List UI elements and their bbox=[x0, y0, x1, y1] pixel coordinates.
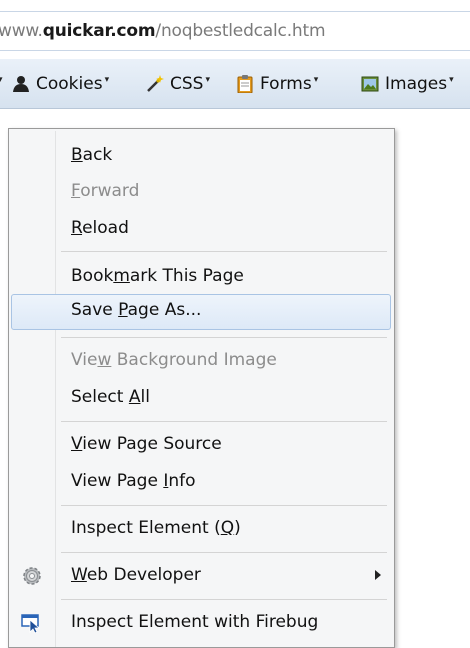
inspect-element-label: Inspect Element (Q) bbox=[71, 518, 241, 538]
view-page-source-label: View Page Source bbox=[71, 434, 222, 454]
reload-label: Reload bbox=[71, 218, 129, 238]
web-developer-toolbar: ▾ Cookies ▾ CSS ▾ Forms ▾ Images ▾ bbox=[0, 59, 470, 109]
back-label: Back bbox=[71, 145, 113, 165]
address-bar[interactable]: www.quickar.com/noqbestledcalc.htm bbox=[0, 11, 470, 51]
menu-item-inspect-element[interactable]: Inspect Element (Q) bbox=[11, 512, 391, 545]
toolbar-css-label: CSS bbox=[170, 74, 204, 94]
css-wand-icon bbox=[147, 75, 164, 92]
menu-separator bbox=[61, 505, 387, 506]
toolbar-css-menu[interactable]: CSS ▾ bbox=[146, 59, 210, 109]
toolbar-forms-menu[interactable]: Forms ▾ bbox=[236, 59, 318, 109]
menu-item-save-page-as[interactable]: Save Page As... bbox=[11, 294, 391, 330]
menu-separator bbox=[61, 337, 387, 338]
menu-item-back[interactable]: Back bbox=[11, 139, 391, 172]
toolbar-cookies-menu[interactable]: Cookies ▾ bbox=[12, 59, 109, 109]
url-text[interactable]: www.quickar.com/noqbestledcalc.htm bbox=[0, 21, 326, 41]
save-page-label: Save Page As... bbox=[71, 300, 202, 320]
gear-icon bbox=[23, 567, 41, 585]
view-page-info-label: View Page Info bbox=[71, 471, 196, 491]
toolbar-cookies-label: Cookies bbox=[36, 74, 103, 94]
menu-item-reload[interactable]: Reload bbox=[11, 212, 391, 245]
firebug-inspect-icon bbox=[21, 614, 41, 634]
toolbar-overflow-arrow[interactable]: ▾ bbox=[0, 59, 3, 109]
select-all-label: Select All bbox=[71, 387, 150, 407]
menu-item-web-developer[interactable]: Web Developer bbox=[11, 559, 391, 592]
web-developer-label: Web Developer bbox=[71, 565, 201, 585]
submenu-arrow-icon bbox=[375, 570, 381, 580]
image-icon bbox=[361, 76, 379, 92]
bookmark-label: Bookmark This Page bbox=[71, 266, 244, 286]
menu-item-inspect-with-firebug[interactable]: Inspect Element with Firebug bbox=[11, 606, 391, 639]
menu-separator bbox=[61, 599, 387, 600]
menu-item-view-page-info[interactable]: View Page Info bbox=[11, 465, 391, 498]
view-background-image-label: View Background Image bbox=[71, 350, 277, 370]
cookie-person-icon bbox=[13, 76, 29, 92]
context-menu: Back Forward Reload Bookmark This Page S… bbox=[8, 128, 395, 648]
menu-item-select-all[interactable]: Select All bbox=[11, 381, 391, 414]
menu-separator bbox=[61, 552, 387, 553]
menu-item-forward[interactable]: Forward bbox=[11, 175, 391, 208]
menu-separator bbox=[61, 421, 387, 422]
toolbar-images-label: Images bbox=[385, 74, 448, 94]
menu-item-view-background-image[interactable]: View Background Image bbox=[11, 344, 391, 377]
menu-item-bookmark-page[interactable]: Bookmark This Page bbox=[11, 260, 391, 293]
menu-separator bbox=[61, 251, 387, 252]
firebug-label: Inspect Element with Firebug bbox=[71, 612, 319, 632]
menu-item-view-page-source[interactable]: View Page Source bbox=[11, 428, 391, 461]
clipboard-icon bbox=[237, 75, 253, 93]
toolbar-images-menu[interactable]: Images ▾ bbox=[361, 59, 454, 109]
toolbar-forms-label: Forms bbox=[260, 74, 312, 94]
forward-label: Forward bbox=[71, 181, 140, 201]
